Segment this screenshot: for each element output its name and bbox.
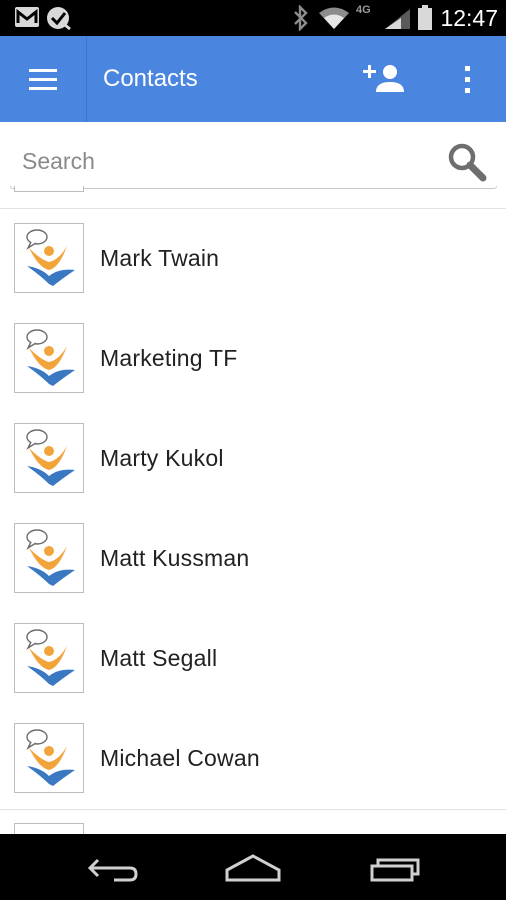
contact-avatar (14, 623, 84, 693)
back-icon (87, 858, 138, 882)
contact-list: Mark Twain Marketing TF Marty Kukol Matt… (0, 186, 506, 834)
recent-apps-button[interactable] (356, 842, 436, 892)
app-bar: Contacts (0, 36, 506, 122)
status-bar: 4G 12:47 (0, 0, 506, 36)
default-contact-avatar-icon (26, 329, 75, 386)
contact-row[interactable]: Marty Kukol (0, 409, 506, 509)
contact-name: Matt Segall (100, 645, 218, 671)
contact-row[interactable]: Michael Cowan (0, 709, 506, 809)
more-vert-icon (465, 66, 470, 93)
default-contact-avatar-icon (26, 429, 75, 486)
contact-avatar-partial (14, 823, 84, 834)
contact-avatar (14, 223, 84, 293)
contact-name: Marty Kukol (100, 445, 224, 471)
overflow-menu-button[interactable] (448, 54, 488, 104)
home-icon (225, 854, 281, 882)
contact-row[interactable]: Marketing TF (0, 309, 506, 409)
battery-icon (417, 5, 433, 36)
back-button[interactable] (74, 842, 154, 892)
search-input[interactable] (10, 134, 496, 188)
list-divider (0, 809, 506, 810)
contacts-screen: 4G 12:47 Contacts Search Mark Twain Mark… (0, 0, 506, 900)
check-circle-icon (46, 6, 72, 35)
default-contact-avatar-icon (26, 729, 75, 786)
contact-name: Marketing TF (100, 345, 238, 371)
network-type-label: 4G (356, 4, 371, 16)
bluetooth-icon (293, 4, 309, 36)
app-bar-divider (86, 36, 87, 122)
contact-name: Matt Kussman (100, 545, 250, 571)
default-contact-avatar-icon (26, 529, 75, 586)
contact-avatar (14, 323, 84, 393)
cell-signal-icon (384, 8, 412, 35)
search-button[interactable] (445, 140, 489, 184)
contact-row[interactable]: Mark Twain (0, 209, 506, 309)
contact-row[interactable]: Matt Kussman (0, 509, 506, 609)
default-contact-avatar-icon (26, 629, 75, 686)
status-time: 12:47 (440, 5, 498, 31)
default-contact-avatar-icon (26, 229, 75, 286)
hamburger-menu-icon (29, 69, 57, 90)
navigation-bar (0, 834, 506, 900)
page-title: Contacts (103, 65, 198, 92)
search-icon (448, 143, 487, 182)
contact-avatar (14, 723, 84, 793)
recent-apps-icon (370, 858, 420, 882)
menu-button[interactable] (0, 36, 86, 122)
contact-row[interactable]: Matt Segall (0, 609, 506, 709)
contact-name: Michael Cowan (100, 745, 260, 771)
gmail-notification-icon (14, 6, 40, 33)
add-contact-button[interactable] (362, 54, 414, 104)
contact-avatar-partial (14, 186, 84, 192)
contact-name: Mark Twain (100, 245, 220, 271)
home-button[interactable] (213, 842, 293, 892)
contact-avatar (14, 423, 84, 493)
wifi-icon (318, 6, 350, 35)
contact-avatar (14, 523, 84, 593)
add-person-icon (363, 65, 404, 92)
